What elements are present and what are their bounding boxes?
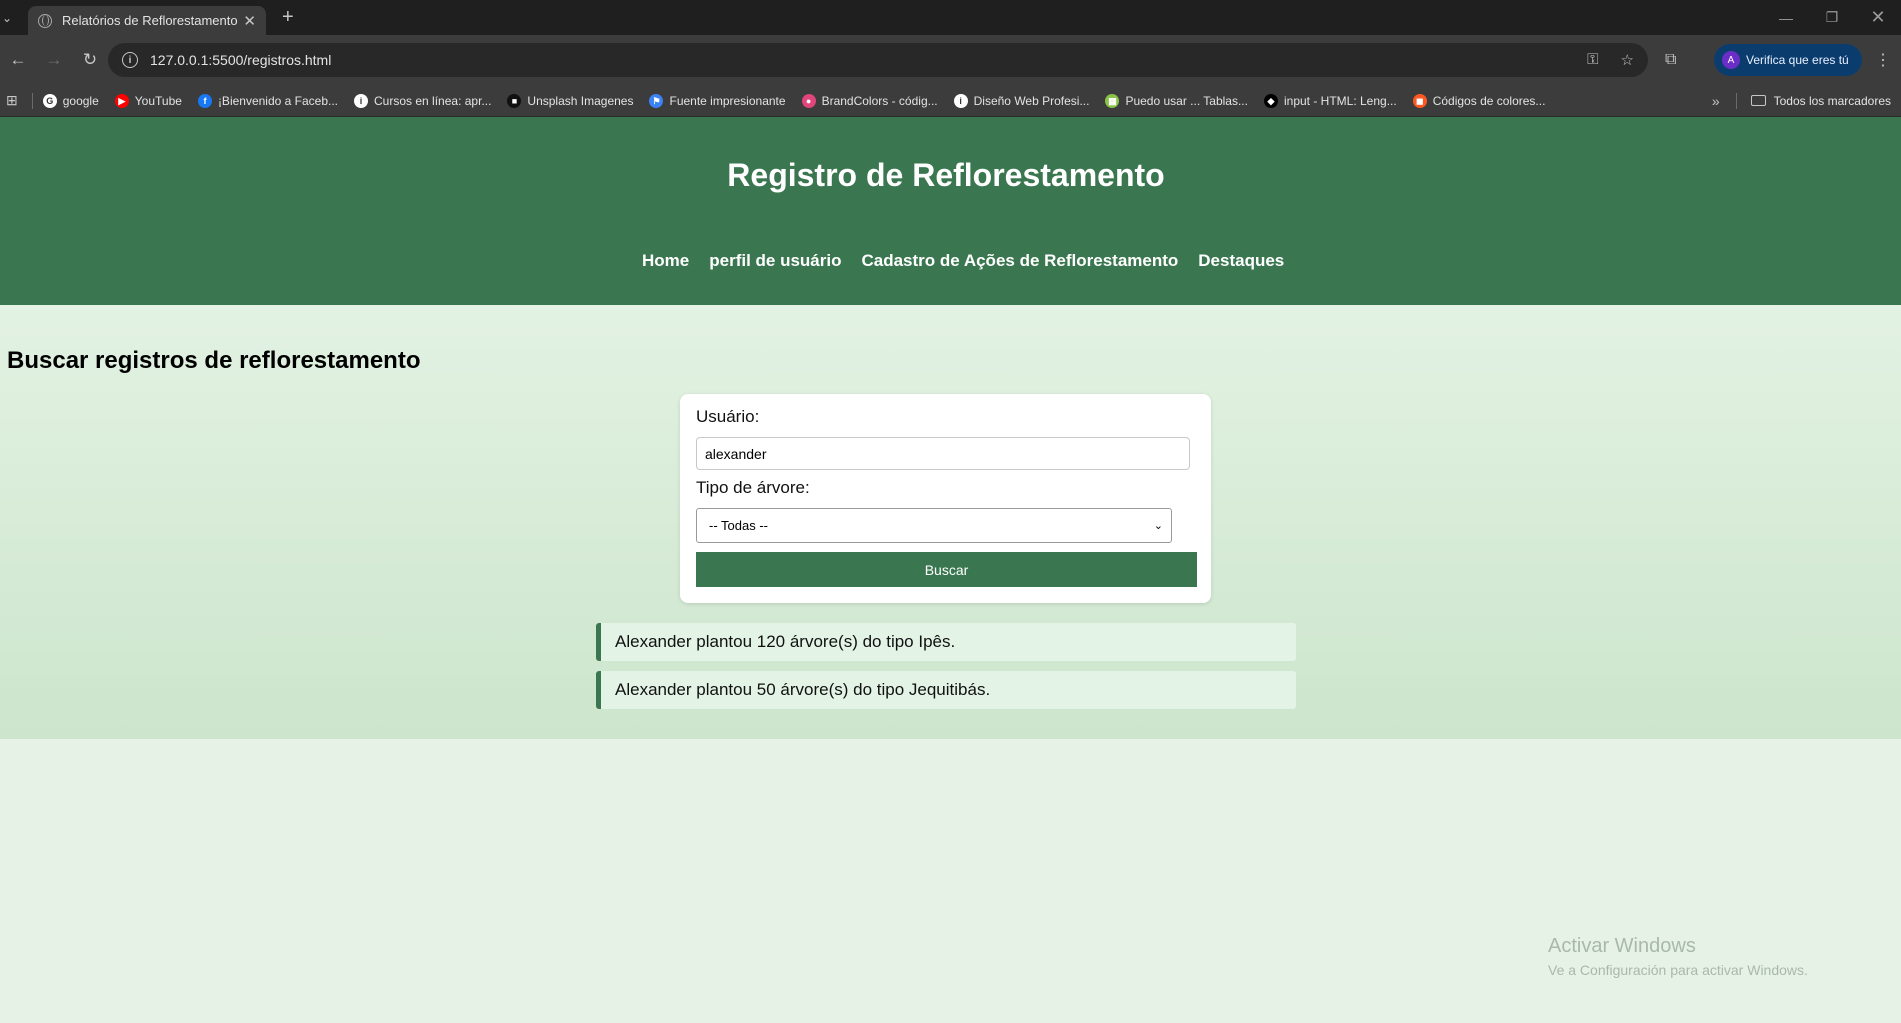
browser-tabbar: ⌄ Relatórios de Reflorestamento ✕ + — ❐ …	[0, 0, 1901, 35]
bookmark-item[interactable]: ● BrandColors - códig...	[801, 93, 938, 108]
watermark-subtitle: Ve a Configuración para activar Windows.	[1548, 962, 1808, 978]
bookmark-item[interactable]: ◼ Códigos de colores...	[1412, 93, 1546, 108]
bookmark-label: Unsplash Imagenes	[527, 93, 634, 108]
result-item: Alexander plantou 50 árvore(s) do tipo J…	[596, 671, 1296, 709]
main-nav: Home perfil de usuário Cadastro de Ações…	[642, 251, 1284, 271]
bookmark-item[interactable]: ⚑ Fuente impresionante	[649, 93, 786, 108]
avatar: A	[1722, 51, 1740, 69]
bookmark-label: Fuente impresionante	[669, 93, 786, 108]
bookmark-label: BrandColors - códig...	[821, 93, 938, 108]
chevron-down-icon: ⌄	[1153, 520, 1163, 532]
search-form: Usuário: alexander Tipo de árvore: -- To…	[680, 394, 1211, 603]
nav-cadastro[interactable]: Cadastro de Ações de Reflorestamento	[861, 251, 1178, 271]
user-label: Usuário:	[696, 407, 760, 426]
bookmark-list: Ggoogle ▶ YouTube f ¡Bienvenido a Faceb... i C…	[42, 93, 1562, 108]
tree-type-select[interactable]: -- Todas -- ⌄	[696, 508, 1172, 543]
bookmark-favicon-icon: ●	[801, 93, 816, 108]
bookmark-item[interactable]: ▶ YouTube	[114, 93, 182, 108]
tab-title: Relatórios de Reflorestamento	[62, 13, 238, 28]
bookmark-label: input - HTML: Leng...	[1283, 93, 1397, 108]
new-tab-icon[interactable]: +	[282, 6, 294, 29]
bookmark-favicon-icon: ▶	[114, 93, 129, 108]
menu-kebab-icon[interactable]: ⋮	[1875, 50, 1891, 70]
password-key-icon[interactable]: ⚿	[1587, 51, 1598, 69]
bookmark-label: Puedo usar ... Tablas...	[1125, 93, 1248, 108]
bookmark-item[interactable]: ■ Unsplash Imagenes	[507, 93, 634, 108]
nav-home[interactable]: Home	[642, 251, 689, 271]
bookmark-label: Diseño Web Profesi...	[973, 93, 1090, 108]
extensions-icon[interactable]: ⧉	[1665, 51, 1676, 69]
more-bookmarks-icon[interactable]: »	[1712, 93, 1720, 109]
close-window-icon[interactable]: ✕	[1855, 0, 1901, 35]
tab-search-icon[interactable]: ⌄	[0, 0, 14, 35]
site-info-icon[interactable]: i	[122, 52, 138, 68]
windows-activation-watermark: Activar Windows Ve a Configuración para …	[1548, 935, 1808, 978]
bookmark-item[interactable]: Ggoogle	[42, 93, 99, 108]
back-icon[interactable]: ←	[0, 50, 36, 70]
bookmarks-bar: ⊞ Ggoogle ▶ YouTube f ¡Bienvenido a Faceb...…	[0, 85, 1901, 117]
watermark-title: Activar Windows	[1548, 935, 1696, 957]
bookmark-favicon-icon: ■	[507, 93, 522, 108]
nav-profile[interactable]: perfil de usuário	[709, 251, 841, 271]
reload-icon[interactable]: ↻	[72, 50, 108, 70]
bookmark-favicon-icon: ◆	[1263, 93, 1278, 108]
all-bookmarks-link[interactable]: Todos los marcadores	[1774, 94, 1891, 108]
bookmark-label: Cursos en línea: apr...	[374, 93, 492, 108]
bookmark-favicon-icon: ◼	[1412, 93, 1427, 108]
bookmark-favicon-icon: G	[42, 93, 57, 108]
bookmark-item[interactable]: ◆ input - HTML: Leng...	[1263, 93, 1397, 108]
bookmark-favicon-icon: i	[354, 93, 369, 108]
search-button[interactable]: Buscar	[696, 552, 1197, 587]
nav-destaques[interactable]: Destaques	[1198, 251, 1284, 271]
bookmark-favicon-icon: f	[197, 93, 212, 108]
result-item: Alexander plantou 120 árvore(s) do tipo …	[596, 623, 1296, 661]
tree-type-value: -- Todas --	[709, 518, 768, 533]
bookmark-item[interactable]: ▦ Puedo usar ... Tablas...	[1105, 93, 1248, 108]
browser-tab[interactable]: Relatórios de Reflorestamento ✕	[28, 6, 266, 35]
bookmark-label: Códigos de colores...	[1432, 93, 1546, 108]
profile-button[interactable]: A Verifica que eres tú	[1714, 44, 1862, 76]
page-title: Registro de Reflorestamento	[727, 157, 1165, 193]
forward-icon[interactable]: →	[36, 50, 72, 70]
apps-grid-icon[interactable]: ⊞	[6, 92, 18, 109]
main-section: Buscar registros de reflorestamento Usuá…	[0, 305, 1901, 739]
profile-label: Verifica que eres tú	[1746, 53, 1849, 67]
tree-type-label: Tipo de árvore:	[696, 478, 810, 497]
restore-icon[interactable]: ❐	[1809, 0, 1855, 35]
minimize-icon[interactable]: —	[1763, 0, 1809, 35]
bookmark-label: google	[62, 93, 99, 108]
bookmark-favicon-icon: ⚑	[649, 93, 664, 108]
search-heading: Buscar registros de reflorestamento	[7, 347, 421, 374]
bookmark-star-icon[interactable]: ☆	[1621, 51, 1634, 69]
globe-icon	[38, 13, 52, 28]
folder-icon	[1750, 95, 1766, 106]
close-icon[interactable]: ✕	[243, 12, 256, 30]
bookmark-label: ¡Bienvenido a Faceb...	[217, 93, 339, 108]
bookmark-item[interactable]: i Diseño Web Profesi...	[953, 93, 1090, 108]
browser-toolbar: ← → ↻ i 127.0.0.1:5500/registros.html ⚿ …	[0, 35, 1901, 85]
bookmark-item[interactable]: i Cursos en línea: apr...	[354, 93, 492, 108]
address-bar[interactable]: i 127.0.0.1:5500/registros.html ⚿ ☆	[108, 43, 1648, 77]
url-text[interactable]: 127.0.0.1:5500/registros.html	[150, 52, 331, 68]
bookmark-item[interactable]: f ¡Bienvenido a Faceb...	[197, 93, 339, 108]
page-header: Registro de Reflorestamento Home perfil …	[0, 117, 1901, 305]
bookmark-favicon-icon: ▦	[1105, 93, 1120, 108]
bookmark-favicon-icon: i	[953, 93, 968, 108]
window-controls: — ❐ ✕	[1763, 0, 1901, 35]
bookmark-label: YouTube	[134, 93, 182, 108]
user-input[interactable]: alexander	[696, 437, 1190, 470]
